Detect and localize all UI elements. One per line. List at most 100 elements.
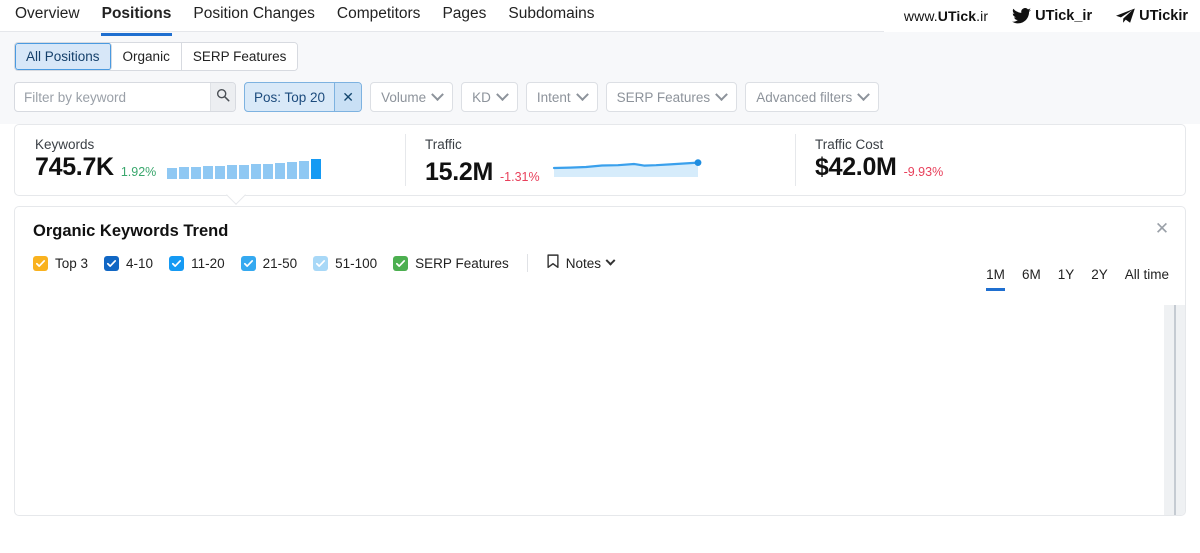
metric-value: 745.7K <box>35 153 114 181</box>
nav-item-position-changes[interactable]: Position Changes <box>192 4 316 33</box>
checkbox-icon[interactable] <box>33 255 48 271</box>
time-range-6m[interactable]: 6M <box>1022 267 1041 288</box>
nav-item-pages[interactable]: Pages <box>441 4 487 33</box>
chevron-down-icon <box>575 87 589 101</box>
metric-value: $42.0M <box>815 153 897 181</box>
metric-card-traffic: Traffic 15.2M -1.31% <box>405 125 795 195</box>
mini-bar <box>299 161 310 179</box>
watermark-telegram-handle: UTickir <box>1139 8 1188 24</box>
checkbox-icon[interactable] <box>169 255 185 271</box>
mini-bar <box>239 165 250 179</box>
checkbox-icon[interactable] <box>104 255 120 271</box>
metric-delta: -1.31% <box>499 169 540 184</box>
mini-bar <box>263 164 274 179</box>
metric-card-traffic-cost: Traffic Cost $42.0M -9.93% <box>795 125 1185 195</box>
metric-delta: -9.93% <box>903 164 944 179</box>
watermark-site-prefix: www. <box>903 8 938 24</box>
keyword-filter <box>14 82 236 112</box>
position-filter-chip[interactable]: Pos: Top 20 ✕ <box>244 82 363 112</box>
time-range-1y[interactable]: 1Y <box>1058 267 1075 288</box>
metric-value: 15.2M <box>425 158 493 186</box>
metric-title: Keywords <box>35 137 95 152</box>
checkbox-icon[interactable] <box>240 255 256 271</box>
legend-label: 4-10 <box>126 255 154 271</box>
metric-title: Traffic Cost <box>815 137 884 152</box>
checkbox-icon[interactable] <box>393 255 409 271</box>
mini-bar <box>287 162 298 179</box>
watermark-site: www.UTick.ir <box>904 8 988 24</box>
filter-dropdown-label: Volume <box>381 89 427 105</box>
time-range-2y[interactable]: 2Y <box>1091 267 1108 288</box>
close-icon[interactable]: ✕ <box>1153 220 1171 238</box>
metric-value-row: 745.7K 1.92% <box>35 155 405 180</box>
mini-bar <box>203 166 214 179</box>
legend-item-21-50[interactable]: 21-50 <box>240 255 298 271</box>
checkbox-icon[interactable] <box>313 255 329 271</box>
filter-dropdown-intent[interactable]: Intent <box>525 82 598 112</box>
legend-label: 21-50 <box>262 255 298 271</box>
filter-dropdown-label: Advanced filters <box>756 89 853 105</box>
chevron-down-icon <box>495 87 509 101</box>
tab-serp-features[interactable]: SERP Features <box>181 43 298 70</box>
filter-dropdown-kd[interactable]: KD <box>461 82 518 112</box>
legend-label: Top 3 <box>55 255 89 271</box>
filter-dropdown-label: KD <box>472 89 491 105</box>
filter-dropdown-label: SERP Features <box>616 89 711 105</box>
legend-label: 51-100 <box>335 255 378 271</box>
top-navigation: Overview Positions Position Changes Competi… <box>0 0 1200 36</box>
hover-crosshair-line <box>1174 305 1176 515</box>
time-range-all-time[interactable]: All time <box>1125 267 1169 288</box>
legend-item-serp-features[interactable]: SERP Features <box>393 255 509 271</box>
note-icon <box>546 254 560 272</box>
filter-zone: All PositionsOrganicSERP Features Pos: T… <box>0 32 1200 124</box>
metric-mini-bar-chart <box>167 159 322 180</box>
metric-title: Traffic <box>425 137 462 152</box>
mini-bar <box>251 164 262 179</box>
search-icon <box>216 88 230 107</box>
filter-dropdown-label: Intent <box>536 89 571 105</box>
divider <box>526 254 528 272</box>
legend-item-top-3[interactable]: Top 3 <box>33 255 89 271</box>
mini-bar <box>215 166 226 179</box>
watermark-overlay: www.UTick.ir UTick_ir UTickir <box>883 0 1200 32</box>
legend-label: SERP Features <box>415 255 509 271</box>
twitter-icon <box>1012 8 1032 24</box>
nav-item-competitors[interactable]: Competitors <box>336 4 422 33</box>
filter-dropdown-volume[interactable]: Volume <box>370 82 454 112</box>
metric-value-row: $42.0M -9.93% <box>815 155 1185 180</box>
nav-item-overview[interactable]: Overview <box>14 4 81 33</box>
metric-sparkline <box>552 155 704 185</box>
legend-item-4-10[interactable]: 4-10 <box>104 255 154 271</box>
mini-bar <box>167 168 178 179</box>
mini-bar <box>275 163 286 179</box>
chevron-down-icon <box>857 87 871 101</box>
filter-row: Pos: Top 20 ✕ Volume KD Intent SERP Feature… <box>14 82 1186 112</box>
close-icon[interactable]: ✕ <box>334 83 362 111</box>
search-input[interactable] <box>15 83 210 111</box>
watermark-twitter-handle: UTick_ir <box>1035 8 1093 24</box>
legend-item-11-20[interactable]: 11-20 <box>169 255 225 271</box>
organic-keywords-trend-panel: Organic Keywords Trend ✕ Top 3 4-10 11-20 2… <box>14 206 1186 516</box>
tab-all-positions[interactable]: All Positions <box>15 43 112 70</box>
watermark-twitter: UTick_ir <box>1012 8 1092 24</box>
position-type-tabs: All Positions Organic SERP Features <box>14 42 299 71</box>
tab-organic[interactable]: Organic <box>111 43 182 70</box>
notes-label: Notes <box>565 255 601 271</box>
notes-dropdown[interactable]: Notes <box>546 254 616 272</box>
position-chip-label: Pos: Top 20 <box>254 89 326 105</box>
search-button[interactable] <box>210 83 235 111</box>
nav-item-positions[interactable]: Positions <box>100 4 173 36</box>
watermark-site-tld: .ir <box>976 8 989 24</box>
page-title: Organic Keywords Trend <box>33 222 229 240</box>
mini-bar <box>179 167 190 179</box>
nav-item-subdomains[interactable]: Subdomains <box>507 4 595 33</box>
time-range-1m[interactable]: 1M <box>986 267 1005 291</box>
filter-dropdown-advanced-filters[interactable]: Advanced filters <box>745 82 880 112</box>
filter-dropdown-serp-features[interactable]: SERP Features <box>605 82 738 112</box>
metric-value-row: 15.2M -1.31% <box>425 155 795 185</box>
watermark-telegram: UTickir <box>1116 8 1188 24</box>
chart-plot-area: 0500K1MDec 21Dec 23Dec 25Dec 27Dec 29Dec… <box>15 305 1185 515</box>
filter-dropdowns: Volume KD Intent SERP Features Advanced filt… <box>370 82 880 112</box>
legend-item-51-100[interactable]: 51-100 <box>313 255 378 271</box>
chevron-down-icon <box>715 87 729 101</box>
